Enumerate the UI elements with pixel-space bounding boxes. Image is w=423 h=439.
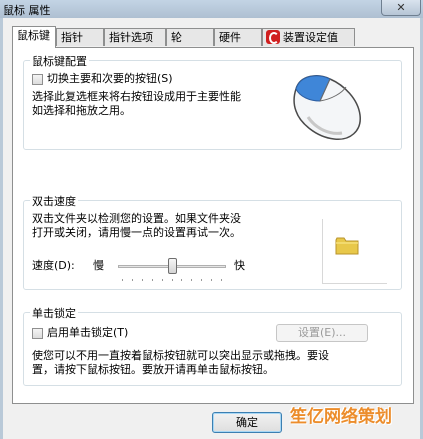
ok-button[interactable]: 确定: [212, 412, 282, 433]
tab-label: 鼠标键: [17, 29, 50, 42]
folder-icon[interactable]: [335, 236, 359, 256]
slider-tick: [122, 279, 123, 281]
slider-tick: [221, 279, 222, 281]
tab-device-settings[interactable]: 装置设定值: [262, 28, 355, 46]
slider-tick: [191, 279, 192, 281]
slider-tick: [201, 279, 202, 281]
slider-thumb[interactable]: [168, 258, 177, 274]
slider-tick: [162, 279, 163, 281]
close-icon: ✕: [396, 1, 406, 14]
dialog-body: 鼠标键 指针 指针选项 轮 硬件 装置设定值 鼠标键配置 切换主要和次要的按钮(…: [3, 18, 420, 439]
slider-tick: [142, 279, 143, 281]
click-lock-settings-button[interactable]: 设置(E)...: [276, 324, 368, 342]
slider-tick: [132, 279, 133, 281]
click-lock-description: 置，请按下鼠标按钮。要放开请再单击鼠标按钮。: [32, 363, 274, 376]
switch-buttons-label: 切换主要和次要的按钮(S): [47, 72, 173, 85]
tab-mouse-buttons[interactable]: 鼠标键: [12, 26, 56, 48]
click-lock-description: 使您可以不用一直按着鼠标按钮就可以突出显示或拖拽。要设: [32, 349, 329, 362]
close-button[interactable]: ✕: [381, 0, 421, 16]
click-lock-checkbox[interactable]: [32, 328, 43, 339]
tab-label: 指针选项: [109, 31, 153, 44]
switch-buttons-checkbox[interactable]: [32, 74, 43, 85]
group-title: 单击锁定: [30, 305, 78, 321]
double-click-description: 双击文件夹以检测您的设置。如果文件夹没: [32, 212, 241, 225]
tab-pointer-options[interactable]: 指针选项: [104, 28, 166, 46]
tab-wheel[interactable]: 轮: [166, 28, 214, 46]
tab-label: 硬件: [219, 31, 241, 44]
test-folder-area[interactable]: [322, 219, 387, 284]
slider-ticks: [118, 279, 226, 281]
tab-label: 轮: [171, 31, 182, 44]
mouse-illustration-icon: [293, 75, 361, 140]
click-lock-label: 启用单击锁定(T): [47, 326, 129, 339]
button-label: 确定: [236, 416, 258, 429]
slider-tick: [181, 279, 182, 281]
slider-tick: [211, 279, 212, 281]
tab-label: 指针: [61, 31, 83, 44]
device-settings-icon: [266, 30, 280, 44]
group-title: 双击速度: [30, 193, 78, 209]
fast-label: 快: [234, 259, 245, 272]
button-config-group: 鼠标键配置 切换主要和次要的按钮(S) 选择此复选框来将右按钮设成用于主要性能 …: [23, 53, 402, 150]
double-click-group: 双击速度 双击文件夹以检测您的设置。如果文件夹没 打开或关闭，请用慢一点的设置再…: [23, 193, 402, 290]
button-label: 设置(E)...: [297, 326, 347, 339]
tab-pointers[interactable]: 指针: [56, 28, 104, 46]
tab-label: 装置设定值: [283, 31, 338, 44]
speed-label: 速度(D):: [32, 259, 75, 272]
slider-tick: [172, 279, 173, 281]
group-title: 鼠标键配置: [30, 53, 89, 69]
slow-label: 慢: [93, 259, 104, 272]
tab-panel: 鼠标键配置 切换主要和次要的按钮(S) 选择此复选框来将右按钮设成用于主要性能 …: [12, 47, 414, 404]
button-config-description: 如选择和拖放之用。: [32, 104, 131, 117]
watermark-text: 笙亿网络策划: [290, 407, 392, 427]
speed-slider[interactable]: [118, 255, 226, 285]
title-bar: 鼠标 属性 ✕: [0, 0, 423, 18]
click-lock-group: 单击锁定 启用单击锁定(T) 设置(E)... 使您可以不用一直按着鼠标按钮就可…: [23, 305, 402, 386]
tab-hardware[interactable]: 硬件: [214, 28, 262, 46]
button-config-description: 选择此复选框来将右按钮设成用于主要性能: [32, 90, 241, 103]
slider-tick: [152, 279, 153, 281]
double-click-description: 打开或关闭，请用慢一点的设置再试一次。: [32, 226, 241, 239]
window-title: 鼠标 属性: [3, 4, 51, 17]
